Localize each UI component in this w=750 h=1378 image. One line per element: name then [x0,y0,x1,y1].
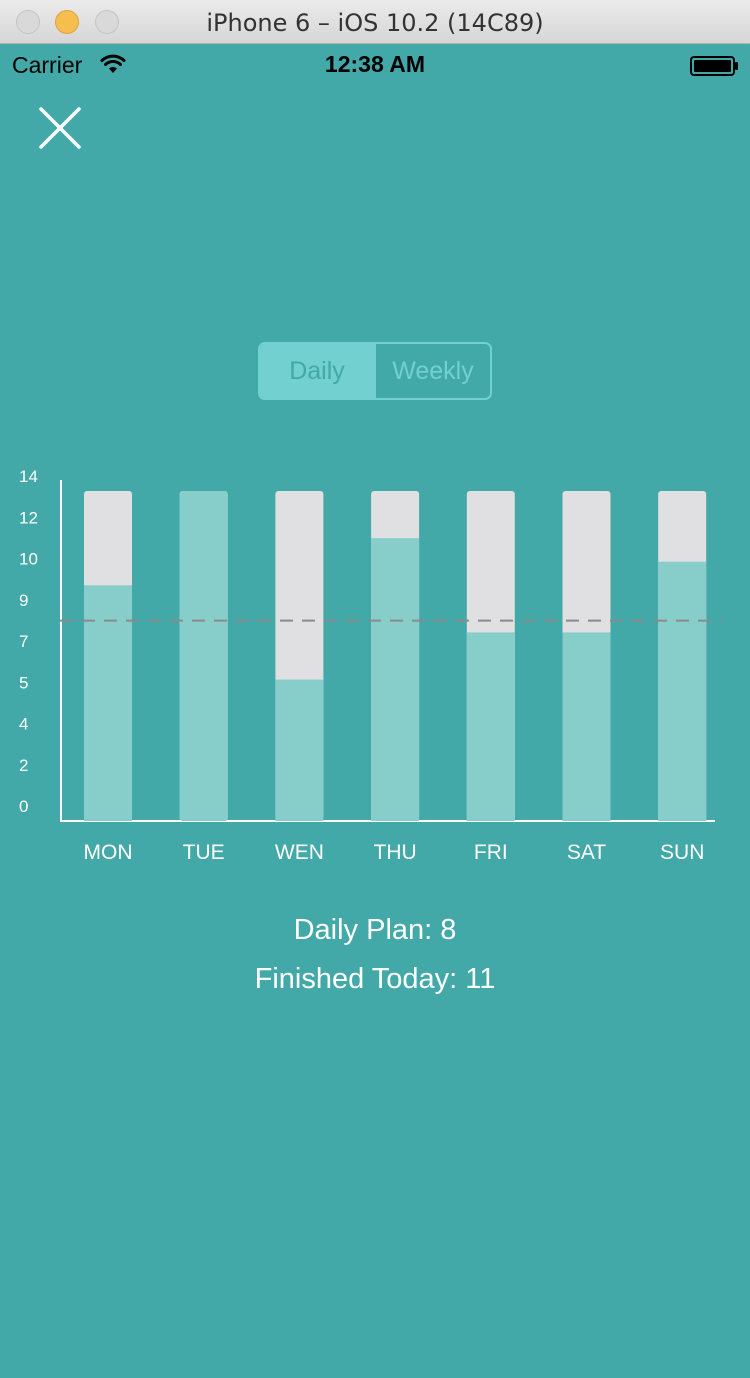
window-title: iPhone 6 – iOS 10.2 (14C89) [206,9,544,37]
segment-daily[interactable]: Daily [260,344,374,398]
x-label-wen: WEN [275,841,324,864]
segment-weekly[interactable]: Weekly [374,344,490,398]
y-tick-label: 4 [19,715,28,734]
simulator-title-bar: iPhone 6 – iOS 10.2 (14C89) [0,0,750,44]
daily-plan-label: Daily Plan: 8 [293,914,457,946]
bar-sat [562,632,611,821]
y-tick-label: 14 [19,467,38,486]
period-segmented-control: Daily Weekly [258,342,492,400]
y-tick-label: 5 [19,673,28,692]
y-tick-label: 12 [19,508,38,527]
close-button[interactable] [36,104,84,152]
bar-fri [466,632,515,821]
y-tick-label: 2 [19,756,28,775]
bars [84,491,707,821]
battery-icon [690,56,740,81]
status-bar: Carrier 12:38 AM [0,44,750,84]
bar-wen [275,679,324,821]
weekly-bar-chart: 0 2 4 5 7 9 10 12 14 MON TUE WEN THU FRI SAT SUN [19,467,722,864]
x-label-fri: FRI [474,841,508,864]
x-label-sun: SUN [660,841,704,864]
x-label-mon: MON [84,841,133,864]
y-axis-ticks: 0 2 4 5 7 9 10 12 14 [19,467,38,816]
y-tick-label: 7 [19,632,28,651]
y-tick-label: 9 [19,591,28,610]
bar-tue [179,491,228,821]
x-axis-labels: MON TUE WEN THU FRI SAT SUN [84,841,705,864]
x-label-sat: SAT [567,841,606,864]
status-time: 12:38 AM [324,51,426,77]
bar-sun [658,561,707,821]
finished-today-label: Finished Today: 11 [254,963,496,995]
x-label-thu: THU [374,841,417,864]
close-icon [39,107,81,149]
x-label-tue: TUE [183,841,225,864]
y-tick-label: 0 [19,797,28,816]
y-tick-label: 10 [19,550,38,569]
bar-thu [371,538,420,821]
